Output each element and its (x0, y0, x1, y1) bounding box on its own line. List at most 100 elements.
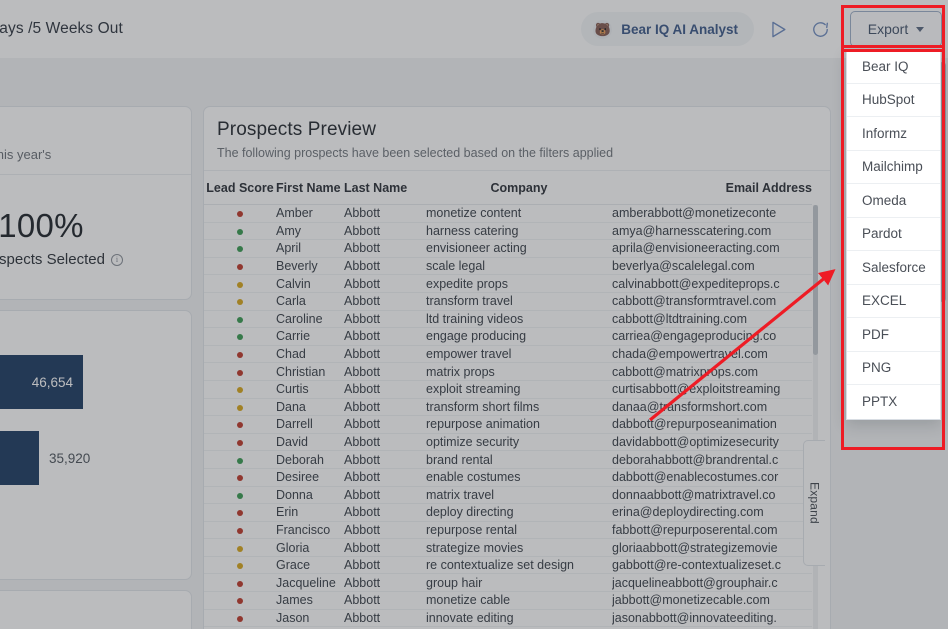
cell-email: jasonabbott@innovateediting. (612, 609, 812, 628)
export-menu-item-bear-iq[interactable]: Bear IQ (847, 50, 940, 84)
table-row[interactable]: Carla Abbott transform travel cabbott@trans… (204, 292, 812, 311)
cell-first-name: Desiree (276, 468, 344, 487)
lead-score-dot-yellow (237, 281, 243, 288)
percent-block: 100% of Prospects Selected i (0, 175, 191, 299)
cell-last-name: Abbott (344, 257, 426, 276)
table-row[interactable]: Caroline Abbott ltd training videos cabbott… (204, 310, 812, 329)
export-button[interactable]: Export (850, 11, 942, 47)
cell-email: danaa@transformshort.com (612, 398, 812, 417)
percent-caption-row: of Prospects Selected i (0, 251, 123, 268)
cell-lead-score (204, 609, 276, 628)
table-row[interactable]: Deborah Abbott brand rental deborahabbott@b… (204, 450, 812, 469)
bear-iq-ai-analyst-button[interactable]: 🐻 Bear IQ AI Analyst (581, 12, 754, 46)
column-header-company[interactable]: Company (426, 171, 612, 205)
table-scrollbar-thumb[interactable] (813, 205, 818, 355)
cell-lead-score (204, 362, 276, 381)
cell-company: monetize cable (426, 591, 612, 610)
table-row[interactable]: Jacqueline Abbott group hair jacquelineabbo… (204, 573, 812, 593)
column-header-first-name[interactable]: First Name (276, 171, 344, 205)
cell-company: monetize content (426, 204, 612, 223)
export-menu-item-omeda[interactable]: Omeda (847, 184, 940, 218)
cell-company: harness catering (426, 222, 612, 241)
lower-left-card (0, 590, 192, 629)
export-dropdown-menu[interactable]: Bear IQ HubSpot Informz Mailchimp Omeda Pardo… (846, 50, 941, 420)
table-row[interactable]: Beverly Abbott scale legal beverlya@scalele… (204, 257, 812, 276)
chevron-down-icon (916, 26, 925, 32)
column-header-lead-score[interactable]: Lead Score (204, 171, 276, 205)
info-icon[interactable]: i (110, 253, 123, 266)
cell-company: repurpose animation (426, 415, 612, 434)
cell-lead-score (204, 573, 276, 593)
export-menu-item-informz[interactable]: Informz (847, 117, 940, 151)
table-row[interactable]: Francisco Abbott repurpose rental fabbott@r… (204, 521, 812, 540)
cell-email: fabbott@repurposerental.com (612, 521, 812, 540)
table-row[interactable]: Dana Abbott transform short films danaa@tra… (204, 398, 812, 417)
cell-company: ltd training videos (426, 310, 612, 329)
export-menu-item-png[interactable]: PNG (847, 352, 940, 385)
column-header-email[interactable]: Email Address (612, 171, 812, 205)
table-row[interactable]: Curtis Abbott exploit streaming curtisabbot… (204, 380, 812, 399)
cell-first-name: James (276, 591, 344, 610)
prospects-table-head: Lead Score First Name Last Name Company … (204, 171, 812, 205)
cell-last-name: Abbott (344, 327, 426, 346)
cell-first-name: Deborah (276, 450, 344, 469)
lead-score-dot-red (237, 264, 243, 271)
table-row[interactable]: Carrie Abbott engage producing carriea@enga… (204, 327, 812, 346)
table-row[interactable]: Donna Abbott matrix travel donnaabbott@matr… (204, 486, 812, 505)
table-row[interactable]: Amber Abbott monetize content amberabbott@m… (204, 204, 812, 223)
table-row[interactable]: Darrell Abbott repurpose animation dabbott@… (204, 415, 812, 434)
export-menu-item-mailchimp[interactable]: Mailchimp (847, 151, 940, 184)
cell-email: chada@empowertravel.com (612, 345, 812, 364)
expand-panel-button[interactable]: Expand (803, 440, 825, 566)
export-menu-item-salesforce[interactable]: Salesforce (847, 251, 940, 285)
export-button-label: Export (867, 21, 909, 37)
table-row[interactable]: James Abbott monetize cable jabbott@monetiz… (204, 591, 812, 610)
cell-last-name: Abbott (344, 222, 426, 241)
table-row[interactable]: Gloria Abbott strategize movies gloriaabbot… (204, 538, 812, 557)
export-menu-item-hubspot[interactable]: HubSpot (847, 84, 940, 117)
cell-company: expedite props (426, 274, 612, 293)
cell-company: engage producing (426, 327, 612, 346)
left-metrics-column: ressed against this year's 100% of Prosp… (0, 106, 192, 629)
cell-last-name: Abbott (344, 591, 426, 610)
lead-score-dot-green (237, 492, 243, 499)
export-menu-item-excel[interactable]: EXCEL (847, 285, 940, 318)
bar-value-label-b: 35,920 (49, 450, 91, 466)
prospects-preview-card: Prospects Preview The following prospect… (203, 106, 831, 629)
table-row[interactable]: April Abbott envisioneer acting aprila@envi… (204, 239, 812, 258)
ai-analyst-label: Bear IQ AI Analyst (621, 21, 738, 37)
progress-subtitle: ressed against this year's (0, 147, 52, 162)
cell-last-name: Abbott (344, 486, 426, 505)
export-menu-item-pptx[interactable]: PPTX (847, 385, 940, 419)
lead-score-dot-red (237, 369, 243, 376)
refresh-icon[interactable] (802, 12, 838, 46)
export-menu-item-pdf[interactable]: PDF (847, 318, 940, 352)
send-arrow-icon[interactable] (760, 12, 796, 46)
cell-lead-score (204, 538, 276, 557)
cell-company: optimize security (426, 433, 612, 452)
cell-email: gloriaabbott@strategizemovie (612, 538, 812, 557)
table-row[interactable]: Grace Abbott re contextualize set design ga… (204, 556, 812, 575)
cell-email: deborahabbott@brandrental.c (612, 450, 812, 469)
table-row[interactable]: Chad Abbott empower travel chada@empowertra… (204, 345, 812, 364)
cell-lead-score (204, 222, 276, 241)
cell-lead-score (204, 486, 276, 505)
cell-first-name: Carrie (276, 327, 344, 346)
cell-email: davidabbott@optimizesecurity (612, 433, 812, 452)
table-row[interactable]: David Abbott optimize security davidabbott@… (204, 433, 812, 452)
table-row[interactable]: Amy Abbott harness catering amya@harnesscat… (204, 222, 812, 241)
cell-email: amya@harnesscatering.com (612, 222, 812, 241)
cell-company: empower travel (426, 345, 612, 364)
table-row[interactable]: Calvin Abbott expedite props calvinabbott@e… (204, 274, 812, 293)
export-menu-item-pardot[interactable]: Pardot (847, 218, 940, 251)
table-row[interactable]: Christian Abbott matrix props cabbott@matri… (204, 362, 812, 381)
cell-email: jabbott@monetizecable.com (612, 591, 812, 610)
table-row[interactable]: Jason Abbott innovate editing jasonabbott@i… (204, 609, 812, 628)
table-row[interactable]: Desiree Abbott enable costumes dabbott@enab… (204, 468, 812, 487)
lead-score-dot-red (237, 580, 243, 587)
table-row[interactable]: Erin Abbott deploy directing erina@deploydi… (204, 503, 812, 522)
lead-score-dot-red (237, 510, 243, 517)
column-header-last-name[interactable]: Last Name (344, 171, 426, 205)
cell-first-name: Grace (276, 556, 344, 575)
export-menu-item-label: EXCEL (862, 293, 907, 309)
